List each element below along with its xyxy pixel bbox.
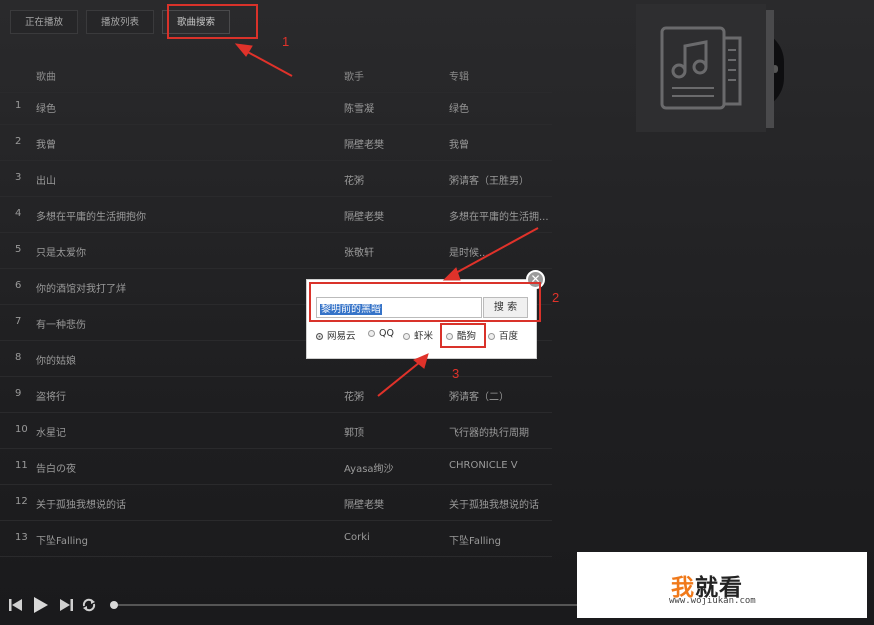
row-number: 1 [15, 100, 22, 111]
progress-track[interactable] [114, 604, 584, 606]
song-title: 你的姑娘 [36, 356, 76, 367]
row-number: 3 [15, 172, 22, 183]
table-row[interactable]: 3 出山 花粥 粥请客（王胜男） [0, 160, 552, 197]
song-album: 飞行器的执行周期 [449, 428, 529, 439]
source-label: 虾米 [414, 331, 434, 342]
annotation-number-1: 1 [282, 34, 290, 49]
song-album: 关于孤独我想说的话 [449, 500, 539, 511]
song-album: 绿色 [449, 104, 469, 115]
row-number: 12 [15, 496, 28, 507]
header-title: 歌曲 [36, 72, 56, 83]
annotation-number-2: 2 [552, 290, 560, 305]
song-title: 有一种悲伤 [36, 320, 86, 331]
song-title: 告白の夜 [36, 464, 76, 475]
table-row[interactable]: 5 只是太爱你 张敬轩 是时候... [0, 232, 552, 269]
next-icon[interactable] [58, 597, 74, 613]
song-title: 你的酒馆对我打了烊 [36, 284, 126, 295]
song-title: 我曾 [36, 140, 56, 151]
song-album: 是时候... [449, 248, 489, 259]
watermark-url: www.wojiukan.com [669, 596, 756, 606]
radio-icon [488, 333, 495, 340]
song-album: CHRONICLE V [449, 460, 518, 471]
song-artist: 隔壁老樊 [344, 140, 384, 151]
song-artist: Corki [344, 532, 370, 543]
song-artist: 隔壁老樊 [344, 500, 384, 511]
radio-icon [368, 330, 375, 337]
album-scroll-edge [766, 10, 774, 128]
row-number: 11 [15, 460, 28, 471]
music-file-icon [660, 26, 742, 110]
song-title: 只是太爱你 [36, 248, 86, 259]
radio-icon [316, 333, 323, 340]
song-title: 多想在平庸的生活拥抱你 [36, 212, 146, 223]
row-number: 10 [15, 424, 28, 435]
annotation-box-kugou [440, 323, 486, 348]
song-album: 我曾 [449, 140, 469, 151]
tab-now-playing[interactable]: 正在播放 [10, 10, 79, 34]
song-artist: 张敬轩 [344, 248, 374, 259]
album-art [636, 4, 766, 132]
play-icon[interactable] [32, 596, 50, 614]
source-qq[interactable]: QQ [368, 328, 394, 339]
table-row[interactable]: 9 盗将行 花粥 粥请客（二） [0, 376, 552, 413]
annotation-box-search [309, 282, 541, 322]
song-artist: 花粥 [344, 392, 364, 403]
song-artist: 陈雪凝 [344, 104, 374, 115]
table-row[interactable]: 2 我曾 隔壁老樊 我曾 [0, 124, 552, 161]
song-artist: 郭顶 [344, 428, 364, 439]
radio-icon [403, 333, 410, 340]
table-row[interactable]: 4 多想在平庸的生活拥抱你 隔壁老樊 多想在平庸的生活拥... [0, 196, 552, 233]
song-title: 盗将行 [36, 392, 66, 403]
prev-icon[interactable] [8, 597, 24, 613]
annotation-box-tab [167, 4, 258, 39]
song-title: 下坠Falling [36, 536, 88, 547]
tab-playlist[interactable]: 播放列表 [86, 10, 155, 34]
song-album: 粥请客（王胜男） [449, 176, 529, 187]
row-number: 9 [15, 388, 22, 399]
source-label: 网易云 [327, 331, 356, 342]
source-label: 百度 [499, 331, 519, 342]
song-artist: 花粥 [344, 176, 364, 187]
watermark: 我就看 www.wojiukan.com [577, 552, 867, 618]
source-label: QQ [379, 328, 394, 339]
table-row[interactable]: 11 告白の夜 Ayasa绚沙 CHRONICLE V [0, 448, 552, 485]
row-number: 13 [15, 532, 28, 543]
repeat-icon[interactable] [81, 597, 97, 613]
source-netease[interactable]: 网易云 [316, 328, 356, 342]
row-number: 6 [15, 280, 22, 291]
annotation-number-3: 3 [452, 366, 460, 381]
row-number: 2 [15, 136, 22, 147]
row-number: 8 [15, 352, 22, 363]
table-row[interactable]: 1 绿色 陈雪凝 绿色 [0, 88, 552, 125]
header-artist: 歌手 [344, 72, 364, 83]
source-xiami[interactable]: 虾米 [403, 328, 433, 342]
song-title: 水星记 [36, 428, 66, 439]
source-baidu[interactable]: 百度 [488, 328, 518, 342]
song-artist: Ayasa绚沙 [344, 464, 394, 475]
song-title: 关于孤独我想说的话 [36, 500, 126, 511]
progress-knob[interactable] [110, 601, 118, 609]
row-number: 7 [15, 316, 22, 327]
song-album: 多想在平庸的生活拥... [449, 212, 549, 223]
header-album: 专辑 [449, 72, 469, 83]
row-number: 4 [15, 208, 22, 219]
table-row[interactable]: 12 关于孤独我想说的话 隔壁老樊 关于孤独我想说的话 [0, 484, 552, 521]
song-album: 下坠Falling [449, 536, 501, 547]
table-row[interactable]: 13 下坠Falling Corki 下坠Falling [0, 520, 552, 557]
table-row[interactable]: 10 水星记 郭顶 飞行器的执行周期 [0, 412, 552, 449]
song-title: 出山 [36, 176, 56, 187]
song-artist: 隔壁老樊 [344, 212, 384, 223]
row-number: 5 [15, 244, 22, 255]
song-title: 绿色 [36, 104, 56, 115]
arrowhead-1 [234, 43, 253, 57]
song-album: 粥请客（二） [449, 392, 509, 403]
